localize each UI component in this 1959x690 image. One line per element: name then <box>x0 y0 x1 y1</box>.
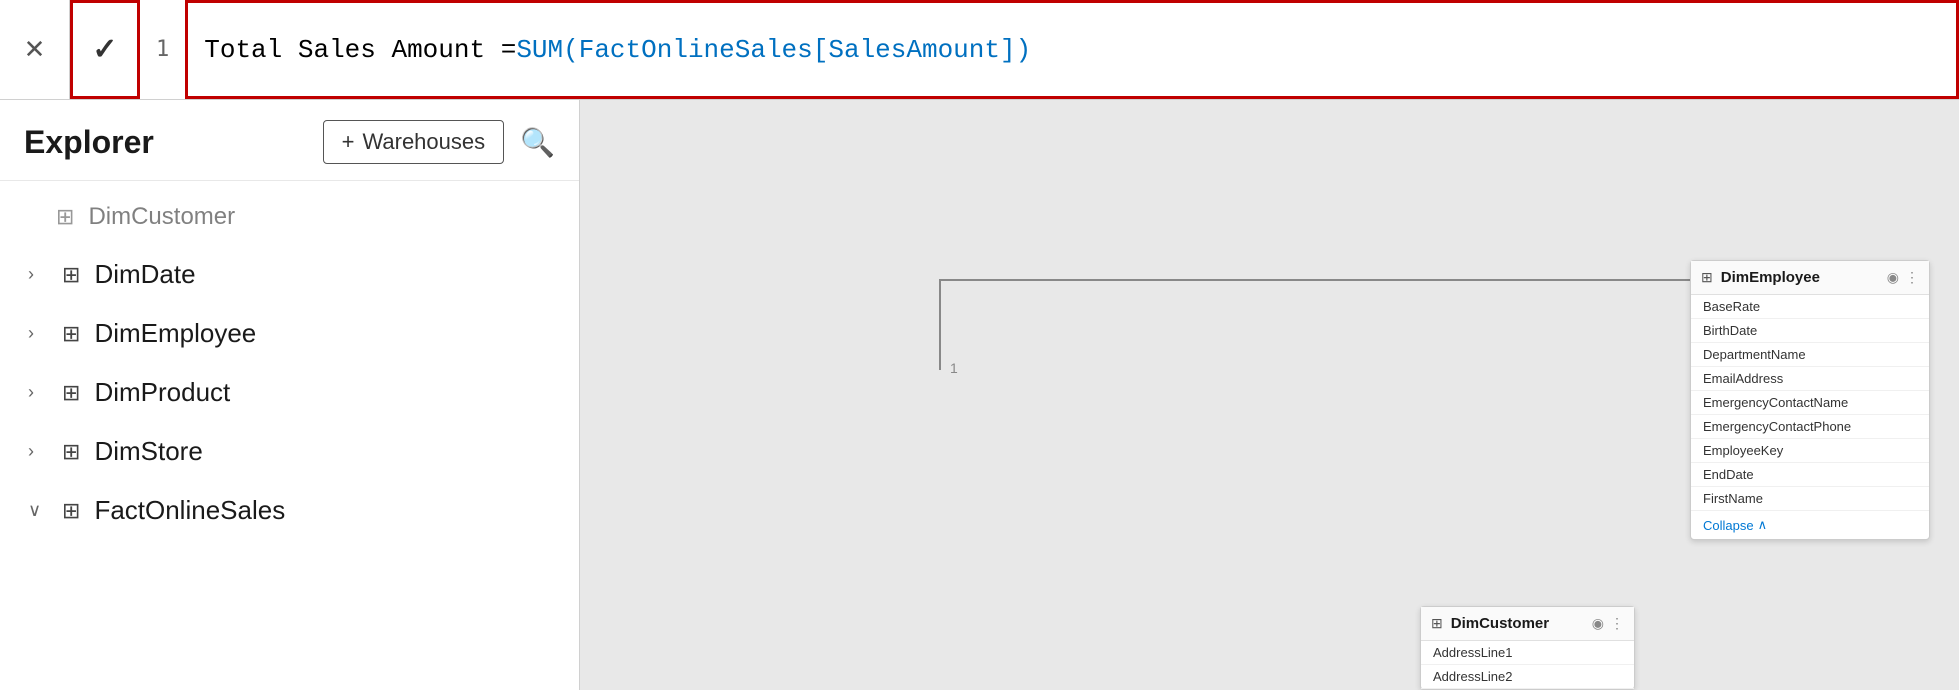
table-icon-dimemployee: ⊞ <box>62 321 80 347</box>
field-addressline1: AddressLine1 <box>1421 641 1634 665</box>
formula-static-text: Total Sales Amount = <box>204 35 516 65</box>
dim-customer-title-row: ⊞ DimCustomer <box>1431 615 1549 632</box>
dim-employee-title-row: ⊞ DimEmployee <box>1701 269 1820 286</box>
line-number: 1 <box>140 37 185 62</box>
field-emergencycontactname: EmergencyContactName <box>1691 391 1929 415</box>
warehouses-label: Warehouses <box>362 129 485 155</box>
field-employeekey: EmployeeKey <box>1691 439 1929 463</box>
dim-customer-card-header: ⊞ DimCustomer ◉ ⋮ <box>1421 607 1634 641</box>
sidebar-item-label: FactOnlineSales <box>94 495 285 526</box>
field-emergencycontactphone: EmergencyContactPhone <box>1691 415 1929 439</box>
sidebar-item-label: DimDate <box>94 259 195 290</box>
table-icon-dimcustomer: ⊞ <box>56 204 74 230</box>
canvas-area[interactable]: 1 ⊞ DimEmployee ◉ ⋮ BaseRate BirthDate D… <box>580 100 1959 690</box>
dim-employee-title: DimEmployee <box>1721 269 1820 286</box>
table-icon-dimstore: ⊞ <box>62 439 80 465</box>
sidebar-item-label: DimEmployee <box>94 318 256 349</box>
sidebar-list: ⊞ DimCustomer › ⊞ DimDate › ⊞ DimEmploye… <box>0 181 579 690</box>
collapse-icon: ∧ <box>1758 517 1768 533</box>
sidebar-item-dimdate[interactable]: › ⊞ DimDate <box>0 245 579 304</box>
line-indicator: 1 <box>950 360 958 376</box>
sidebar-item-dimcustomer[interactable]: ⊞ DimCustomer <box>0 189 579 245</box>
chevron-factonlinesales: ∨ <box>28 500 48 521</box>
main-area: Explorer + Warehouses 🔍 ⊞ DimCustomer › <box>0 100 1959 690</box>
chevron-dimproduct: › <box>28 382 48 403</box>
formula-input[interactable]: Total Sales Amount = SUM(FactOnlineSales… <box>185 0 1959 99</box>
table-icon-header: ⊞ <box>1701 269 1713 286</box>
confirm-button[interactable]: ✓ <box>70 0 140 99</box>
field-emailaddress: EmailAddress <box>1691 367 1929 391</box>
field-birthdate: BirthDate <box>1691 319 1929 343</box>
sidebar-item-dimemployee[interactable]: › ⊞ DimEmployee <box>0 304 579 363</box>
add-warehouse-button[interactable]: + Warehouses <box>323 120 505 164</box>
formula-function-text: SUM(FactOnlineSales[SalesAmount]) <box>516 35 1031 65</box>
table-icon-factonlinesales: ⊞ <box>62 498 80 524</box>
sidebar-item-dimstore[interactable]: › ⊞ DimStore <box>0 422 579 481</box>
sidebar: Explorer + Warehouses 🔍 ⊞ DimCustomer › <box>0 100 580 690</box>
chevron-dimdate: › <box>28 264 48 285</box>
dim-employee-actions: ◉ ⋮ <box>1887 269 1919 286</box>
chevron-dimstore: › <box>28 441 48 462</box>
sidebar-item-label: DimCustomer <box>88 203 235 231</box>
table-icon-header: ⊞ <box>1431 615 1443 632</box>
table-icon-dimproduct: ⊞ <box>62 380 80 406</box>
dim-customer-title: DimCustomer <box>1451 615 1549 632</box>
search-button[interactable]: 🔍 <box>520 126 555 159</box>
field-enddate: EndDate <box>1691 463 1929 487</box>
dim-customer-actions: ◉ ⋮ <box>1592 615 1624 632</box>
search-icon: 🔍 <box>520 127 555 158</box>
field-baserate: BaseRate <box>1691 295 1929 319</box>
formula-bar: ✕ ✓ 1 Total Sales Amount = SUM(FactOnlin… <box>0 0 1959 100</box>
sidebar-actions: + Warehouses 🔍 <box>323 120 555 164</box>
table-icon-dimdate: ⊞ <box>62 262 80 288</box>
sidebar-item-dimproduct[interactable]: › ⊞ DimProduct <box>0 363 579 422</box>
dim-customer-card: ⊞ DimCustomer ◉ ⋮ AddressLine1 AddressLi… <box>1420 606 1635 690</box>
sidebar-item-factonlinesales[interactable]: ∨ ⊞ FactOnlineSales <box>0 481 579 540</box>
field-departmentname: DepartmentName <box>1691 343 1929 367</box>
collapse-button[interactable]: Collapse ∧ <box>1691 511 1929 539</box>
plus-icon: + <box>342 129 355 155</box>
field-addressline2: AddressLine2 <box>1421 665 1634 689</box>
dim-employee-card: ⊞ DimEmployee ◉ ⋮ BaseRate BirthDate Dep… <box>1690 260 1930 540</box>
cancel-icon: ✕ <box>24 34 46 65</box>
more-icon[interactable]: ⋮ <box>1905 269 1919 286</box>
sidebar-item-label: DimStore <box>94 436 202 467</box>
eye-icon[interactable]: ◉ <box>1592 615 1604 632</box>
sidebar-header: Explorer + Warehouses 🔍 <box>0 100 579 181</box>
collapse-label: Collapse <box>1703 518 1754 533</box>
sidebar-item-label: DimProduct <box>94 377 230 408</box>
field-firstname: FirstName <box>1691 487 1929 511</box>
chevron-dimemployee: › <box>28 323 48 344</box>
confirm-icon: ✓ <box>92 32 117 67</box>
sidebar-title: Explorer <box>24 124 154 161</box>
more-icon[interactable]: ⋮ <box>1610 615 1624 632</box>
cancel-button[interactable]: ✕ <box>0 0 70 99</box>
dim-employee-card-header: ⊞ DimEmployee ◉ ⋮ <box>1691 261 1929 295</box>
eye-icon[interactable]: ◉ <box>1887 269 1899 286</box>
